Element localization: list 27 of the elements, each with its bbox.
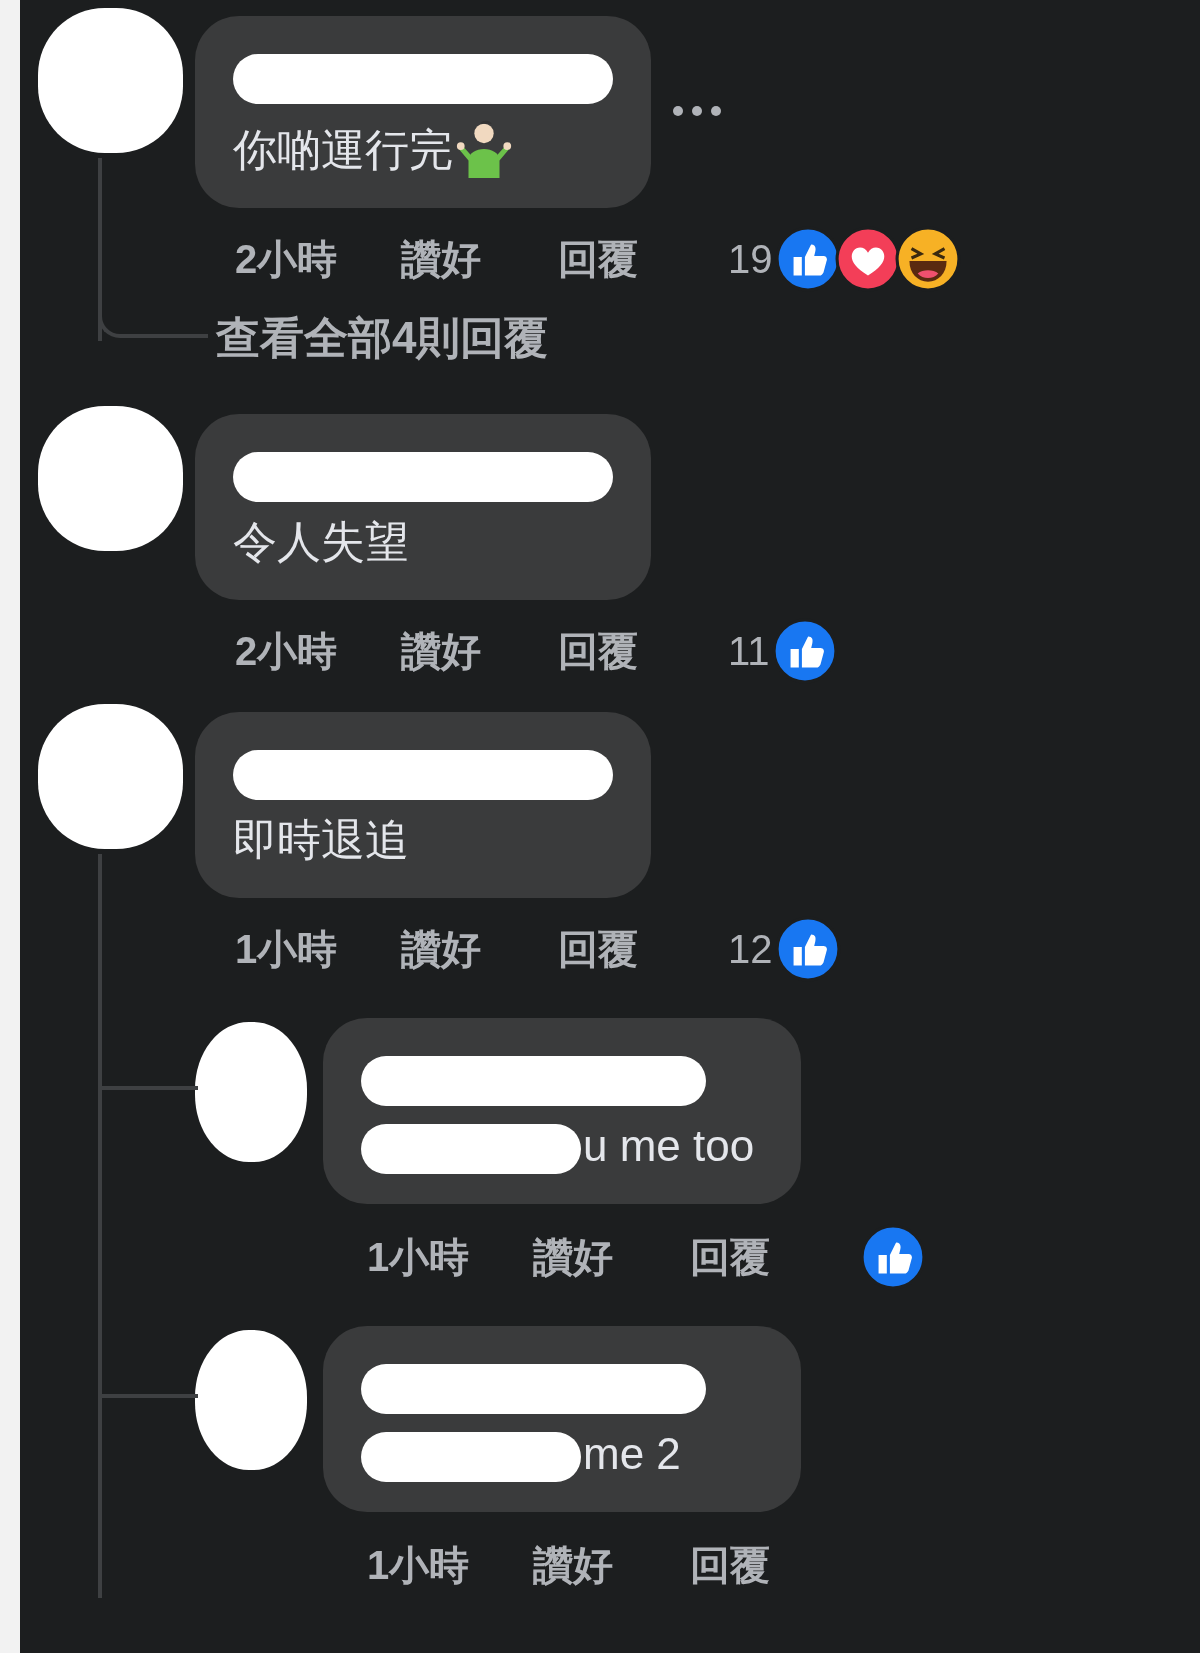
reply-link[interactable]: 回覆 xyxy=(558,621,728,681)
comment-time: 1小時 xyxy=(367,1234,471,1281)
reaction-count: 11 xyxy=(728,628,770,675)
reply-link[interactable]: 回覆 xyxy=(690,1227,860,1287)
like-link[interactable]: 讚好 xyxy=(401,229,558,289)
like-link[interactable]: 讚好 xyxy=(533,1535,690,1595)
reaction-count: 12 xyxy=(728,926,773,973)
like-link[interactable]: 讚好 xyxy=(401,919,558,979)
like-icon xyxy=(860,1224,926,1290)
comment-time: 2小時 xyxy=(235,236,339,283)
comment-time: 1小時 xyxy=(235,926,339,973)
like-link[interactable]: 讚好 xyxy=(533,1227,690,1287)
comment-text: me 2 xyxy=(583,1428,681,1480)
comment-text: 即時退追 xyxy=(233,814,409,866)
more-options-icon[interactable] xyxy=(672,105,722,117)
comment-text: u me too xyxy=(583,1120,755,1172)
like-link[interactable]: 讚好 xyxy=(401,621,558,681)
reaction-count: 19 xyxy=(728,236,773,283)
view-replies-link[interactable]: 查看全部4則回覆 xyxy=(216,298,549,378)
comment-time: 2小時 xyxy=(235,628,339,675)
comment-time: 1小時 xyxy=(367,1542,471,1589)
comment-text: 令人失望 xyxy=(233,516,409,568)
reply-link[interactable]: 回覆 xyxy=(558,229,728,289)
laughing-face-icon xyxy=(894,226,961,292)
reply-link[interactable]: 回覆 xyxy=(558,919,728,979)
comment-text: 你啲運行完 xyxy=(233,124,453,176)
reply-link[interactable]: 回覆 xyxy=(690,1535,860,1595)
